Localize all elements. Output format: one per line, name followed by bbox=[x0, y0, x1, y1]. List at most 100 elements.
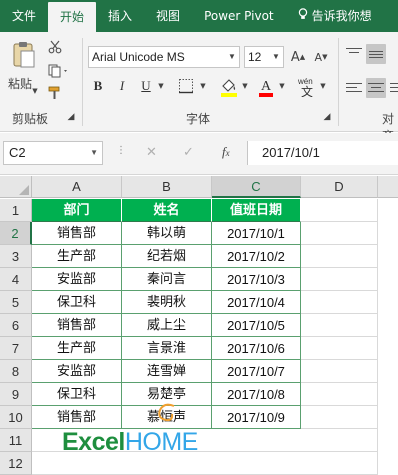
row-header[interactable]: 11 bbox=[0, 429, 32, 452]
table-cell[interactable]: 销售部 bbox=[32, 222, 122, 245]
formula-bar-grip-icon: ⋮ bbox=[116, 145, 126, 156]
table-cell[interactable]: 销售部 bbox=[32, 314, 122, 337]
group-separator bbox=[82, 38, 83, 126]
table-cell[interactable]: 生产部 bbox=[32, 337, 122, 360]
table-header-cell[interactable]: 部门 bbox=[32, 199, 122, 222]
enter-icon[interactable]: ✓ bbox=[183, 145, 194, 160]
cut-icon[interactable] bbox=[46, 39, 64, 55]
excelhome-logo: Excel HOME bbox=[62, 427, 198, 457]
tab-home[interactable]: 开始 bbox=[48, 2, 97, 32]
align-top-icon[interactable] bbox=[344, 44, 364, 64]
table-cell[interactable]: 安监部 bbox=[32, 268, 122, 291]
table-cell[interactable]: 保卫科 bbox=[32, 383, 122, 406]
name-box[interactable]: C2 ▼ bbox=[3, 141, 103, 165]
ribbon-home: 粘贴 ▼ 剪贴板 ◢ Arial Unicode MS ▼ 12 ▼ A ▲ A ▼… bbox=[0, 32, 398, 143]
column-header-c[interactable]: C bbox=[212, 176, 301, 198]
format-painter-icon[interactable] bbox=[46, 85, 64, 101]
row-header[interactable]: 8 bbox=[0, 360, 32, 383]
row-header[interactable]: 12 bbox=[0, 452, 32, 475]
chevron-down-icon: ▼ bbox=[272, 52, 280, 61]
table-cell[interactable]: 销售部 bbox=[32, 406, 122, 429]
table-header-cell[interactable]: 姓名 bbox=[122, 199, 212, 222]
select-all-button[interactable] bbox=[0, 176, 32, 198]
table-cell[interactable]: 2017/10/5 bbox=[212, 314, 301, 337]
table-cell[interactable]: 2017/10/1 bbox=[212, 222, 301, 245]
row-header[interactable]: 3 bbox=[0, 245, 32, 268]
tell-me-search[interactable]: 告诉我你想 bbox=[286, 0, 384, 32]
chevron-down-icon: ▼ bbox=[90, 148, 98, 157]
align-center-icon[interactable] bbox=[366, 78, 386, 98]
font-name-combo[interactable]: Arial Unicode MS ▼ bbox=[88, 46, 240, 68]
font-dialog-launcher-icon[interactable]: ◢ bbox=[322, 111, 332, 123]
underline-button[interactable]: U bbox=[138, 77, 154, 95]
table-cell[interactable]: 连雪婵 bbox=[122, 360, 212, 383]
column-header-e[interactable] bbox=[378, 176, 398, 198]
table-cell[interactable]: 2017/10/8 bbox=[212, 383, 301, 406]
tell-me-label: 告诉我你想 bbox=[311, 9, 372, 23]
empty-cells[interactable] bbox=[301, 199, 378, 475]
table-cell[interactable]: 保卫科 bbox=[32, 291, 122, 314]
table-cell[interactable]: 2017/10/9 bbox=[212, 406, 301, 429]
row-header[interactable]: 9 bbox=[0, 383, 32, 406]
underline-dropdown-icon[interactable]: ▼ bbox=[156, 81, 166, 91]
ribbon-tab-bar: 文件 开始 插入 视图 Power Pivot 告诉我你想 bbox=[0, 0, 398, 32]
table-cell[interactable]: 生产部 bbox=[32, 245, 122, 268]
table-cell[interactable]: 言景淮 bbox=[122, 337, 212, 360]
phonetic-guide-icon[interactable]: wén 文 bbox=[296, 76, 320, 98]
table-cell[interactable]: 纪若烟 bbox=[122, 245, 212, 268]
row-header[interactable]: 1 bbox=[0, 199, 32, 222]
font-group-label: 字体 bbox=[186, 112, 211, 126]
row-header[interactable]: 2 bbox=[0, 222, 32, 245]
column-header-a[interactable]: A bbox=[32, 176, 122, 198]
fill-color-dropdown-icon[interactable]: ▼ bbox=[240, 81, 250, 91]
paste-dropdown-icon[interactable]: ▼ bbox=[30, 86, 40, 96]
tab-insert[interactable]: 插入 bbox=[96, 0, 144, 32]
row-header[interactable]: 6 bbox=[0, 314, 32, 337]
row-header[interactable]: 5 bbox=[0, 291, 32, 314]
clipboard-group-label: 剪贴板 bbox=[12, 112, 49, 126]
font-name-value: Arial Unicode MS bbox=[92, 50, 185, 64]
row-header[interactable]: 10 bbox=[0, 406, 32, 429]
formula-input[interactable]: 2017/10/1 bbox=[247, 141, 398, 165]
font-color-dropdown-icon[interactable]: ▼ bbox=[277, 81, 287, 91]
table-cell[interactable]: 威上尘 bbox=[122, 314, 212, 337]
table-cell[interactable]: 韩以萌 bbox=[122, 222, 212, 245]
table-cell[interactable]: 2017/10/6 bbox=[212, 337, 301, 360]
copy-icon[interactable] bbox=[46, 63, 72, 79]
svg-text:A: A bbox=[261, 79, 272, 94]
borders-dropdown-icon[interactable]: ▼ bbox=[198, 81, 208, 91]
increase-font-size-icon[interactable]: A ▲ bbox=[289, 48, 307, 66]
table-cell[interactable]: 2017/10/4 bbox=[212, 291, 301, 314]
font-color-icon[interactable]: A bbox=[256, 76, 276, 98]
column-header-b[interactable]: B bbox=[122, 176, 212, 198]
tab-file[interactable]: 文件 bbox=[0, 0, 48, 32]
fill-color-icon[interactable] bbox=[218, 76, 240, 98]
paste-button[interactable] bbox=[10, 38, 38, 74]
borders-icon[interactable] bbox=[176, 77, 196, 95]
font-size-value: 12 bbox=[248, 50, 262, 64]
decrease-font-size-icon[interactable]: A ▼ bbox=[312, 48, 330, 66]
phonetic-dropdown-icon[interactable]: ▼ bbox=[318, 81, 328, 91]
table-cell[interactable]: 裴明秋 bbox=[122, 291, 212, 314]
tab-power-pivot[interactable]: Power Pivot bbox=[192, 0, 286, 32]
clipboard-dialog-launcher-icon[interactable]: ◢ bbox=[66, 111, 76, 123]
logo-text-a: Excel bbox=[62, 427, 125, 456]
table-cell[interactable]: 安监部 bbox=[32, 360, 122, 383]
table-cell[interactable]: 秦问言 bbox=[122, 268, 212, 291]
insert-function-icon[interactable]: fx bbox=[222, 144, 230, 160]
table-cell[interactable]: 2017/10/2 bbox=[212, 245, 301, 268]
table-cell[interactable]: 2017/10/7 bbox=[212, 360, 301, 383]
font-size-combo[interactable]: 12 ▼ bbox=[244, 46, 284, 68]
row-header[interactable]: 4 bbox=[0, 268, 32, 291]
cancel-icon[interactable]: ✕ bbox=[146, 145, 157, 160]
bold-button[interactable]: B bbox=[90, 77, 106, 95]
italic-button[interactable]: I bbox=[114, 77, 130, 95]
row-header[interactable]: 7 bbox=[0, 337, 32, 360]
align-left-icon[interactable] bbox=[344, 78, 364, 98]
align-right-icon[interactable] bbox=[388, 78, 398, 98]
table-header-cell[interactable]: 值班日期 bbox=[212, 199, 301, 222]
column-header-d[interactable]: D bbox=[301, 176, 378, 198]
table-cell[interactable]: 2017/10/3 bbox=[212, 268, 301, 291]
align-middle-icon[interactable] bbox=[366, 44, 386, 64]
tab-view[interactable]: 视图 bbox=[144, 0, 192, 32]
